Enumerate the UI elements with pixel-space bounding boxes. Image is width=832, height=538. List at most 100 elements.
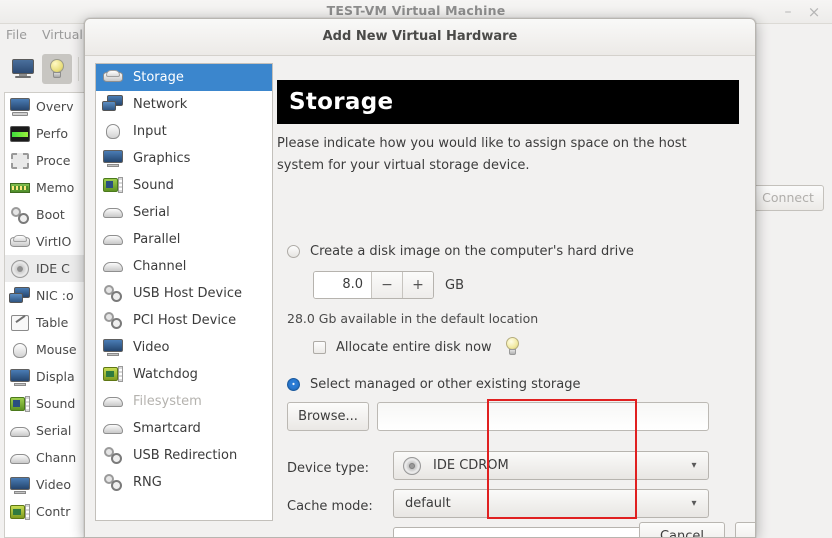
cache-mode-label: Cache mode:: [287, 499, 373, 514]
sidebar-item-input[interactable]: Input: [96, 118, 272, 145]
gears-icon: [9, 205, 31, 225]
vm-hardware-row-label: Boot: [36, 207, 65, 222]
allocate-disk-checkbox-row[interactable]: Allocate entire disk now: [313, 337, 522, 357]
vm-hardware-row[interactable]: Sound: [5, 390, 87, 417]
menu-item-virtual[interactable]: Virtual: [42, 27, 83, 42]
cpu-icon: [9, 151, 31, 171]
sidebar-item-label: Video: [133, 340, 169, 355]
sidebar-item-label: Watchdog: [133, 367, 198, 382]
sidebar-item-label: RNG: [133, 475, 162, 490]
background-window-title: TEST-VM Virtual Machine: [0, 3, 832, 18]
vm-hardware-row[interactable]: VirtIO: [5, 228, 87, 255]
allocate-disk-checkbox[interactable]: [313, 341, 326, 354]
cdrom-icon: [9, 259, 31, 279]
channel-icon: [9, 448, 31, 468]
network-icon: [102, 94, 124, 115]
sidebar-item-pci-host-device[interactable]: PCI Host Device: [96, 307, 272, 334]
monitor-icon: [12, 59, 34, 79]
vm-hardware-row[interactable]: Proce: [5, 147, 87, 174]
sidebar-item-label: Input: [133, 124, 167, 139]
vm-hardware-row[interactable]: Table: [5, 309, 87, 336]
vm-hardware-row[interactable]: NIC :o: [5, 282, 87, 309]
chevron-down-icon[interactable]: ▾: [680, 498, 708, 509]
sidebar-item-network[interactable]: Network: [96, 91, 272, 118]
browse-button[interactable]: Browse...: [287, 402, 369, 431]
cache-mode-combo[interactable]: default ▾: [393, 489, 709, 518]
disk-size-input[interactable]: 8.0: [314, 272, 371, 298]
connect-button[interactable]: Connect: [752, 185, 824, 211]
sidebar-item-label: Smartcard: [133, 421, 201, 436]
display-icon: [102, 148, 124, 169]
vm-hardware-row[interactable]: Mouse: [5, 336, 87, 363]
sidebar-item-label: PCI Host Device: [133, 313, 236, 328]
sidebar-item-smartcard[interactable]: Smartcard: [96, 415, 272, 442]
sidebar-item-usb-redirection[interactable]: USB Redirection: [96, 442, 272, 469]
disk-size-spinner[interactable]: 8.0 − +: [313, 271, 434, 299]
vm-hardware-row-label: Contr: [36, 504, 70, 519]
radio-select-existing[interactable]: Select managed or other existing storage: [287, 377, 580, 392]
menu-item-file[interactable]: File: [6, 27, 27, 42]
vm-hardware-list[interactable]: OvervPerfo Proce Memo Boot VirtIOIDE C NIC :o…: [4, 92, 88, 538]
chevron-down-icon[interactable]: ▾: [680, 460, 708, 471]
sidebar-item-watchdog[interactable]: Watchdog: [96, 361, 272, 388]
sidebar-item-graphics[interactable]: Graphics: [96, 145, 272, 172]
vm-hardware-row[interactable]: Serial: [5, 417, 87, 444]
toolbar-console-button[interactable]: [8, 54, 38, 84]
lightbulb-icon: [47, 58, 67, 80]
close-button[interactable]: ×: [804, 2, 824, 22]
sound-icon: [102, 175, 124, 196]
vm-hardware-row[interactable]: Displa: [5, 363, 87, 390]
disk-icon: [102, 67, 124, 88]
sidebar-item-serial[interactable]: Serial: [96, 199, 272, 226]
disk-size-decrement-button[interactable]: −: [371, 272, 402, 298]
storage-format-value[interactable]: raw: [394, 534, 680, 538]
sidebar-item-label: Serial: [133, 205, 170, 220]
vm-hardware-row-label: Proce: [36, 153, 70, 168]
sidebar-item-label: Channel: [133, 259, 186, 274]
radio-create-disk[interactable]: Create a disk image on the computer's ha…: [287, 244, 634, 259]
disk-size-stepper[interactable]: 8.0 − + GB: [313, 271, 464, 299]
radio-select-existing-indicator[interactable]: [287, 378, 300, 391]
folder-icon: [102, 391, 124, 412]
smartcard-icon: [102, 418, 124, 439]
minimize-button[interactable]: –: [778, 2, 798, 22]
sidebar-item-video[interactable]: Video: [96, 334, 272, 361]
vm-hardware-row[interactable]: Contr: [5, 498, 87, 525]
sidebar-item-channel[interactable]: Channel: [96, 253, 272, 280]
vm-hardware-row[interactable]: Perfo: [5, 120, 87, 147]
sound-icon: [9, 394, 31, 414]
mouse-icon: [102, 121, 124, 142]
sidebar-item-usb-host-device[interactable]: USB Host Device: [96, 280, 272, 307]
sidebar-item-sound[interactable]: Sound: [96, 172, 272, 199]
vm-hardware-row[interactable]: Boot: [5, 201, 87, 228]
sidebar-item-storage[interactable]: Storage: [96, 64, 272, 91]
video-icon: [9, 475, 31, 495]
memory-icon: [9, 178, 31, 198]
device-type-label: Device type:: [287, 461, 369, 476]
radio-select-existing-label: Select managed or other existing storage: [310, 377, 580, 392]
cancel-button[interactable]: Cancel: [639, 522, 725, 538]
section-header-bar: Storage: [277, 80, 739, 124]
radio-create-disk-indicator[interactable]: [287, 245, 300, 258]
vm-hardware-row[interactable]: Overv: [5, 93, 87, 120]
disk-size-increment-button[interactable]: +: [402, 272, 433, 298]
sidebar-item-rng[interactable]: RNG: [96, 469, 272, 496]
vm-hardware-row[interactable]: Memo: [5, 174, 87, 201]
vm-hardware-row-label: Video: [36, 477, 71, 492]
gears-icon: [102, 472, 124, 493]
sidebar-item-filesystem[interactable]: Filesystem: [96, 388, 272, 415]
sidebar-item-label: Network: [133, 97, 187, 112]
vm-hardware-row[interactable]: IDE C: [5, 255, 87, 282]
vm-hardware-row[interactable]: Video: [5, 471, 87, 498]
toolbar-details-button[interactable]: [42, 54, 72, 84]
storage-path-field[interactable]: [377, 402, 709, 431]
usb-icon: [102, 445, 124, 466]
finish-button[interactable]: Finish: [735, 522, 756, 538]
serial-icon: [9, 421, 31, 441]
vm-hardware-row[interactable]: Chann: [5, 444, 87, 471]
device-type-combo[interactable]: IDE CDROM ▾: [393, 451, 709, 480]
vm-hardware-row-label: NIC :o: [36, 288, 74, 303]
sidebar-item-parallel[interactable]: Parallel: [96, 226, 272, 253]
add-hardware-dialog: Add New Virtual Hardware StorageNetworkI…: [84, 18, 756, 538]
hardware-category-list[interactable]: Storage Network Input GraphicsSound Serial Pa…: [95, 63, 273, 521]
